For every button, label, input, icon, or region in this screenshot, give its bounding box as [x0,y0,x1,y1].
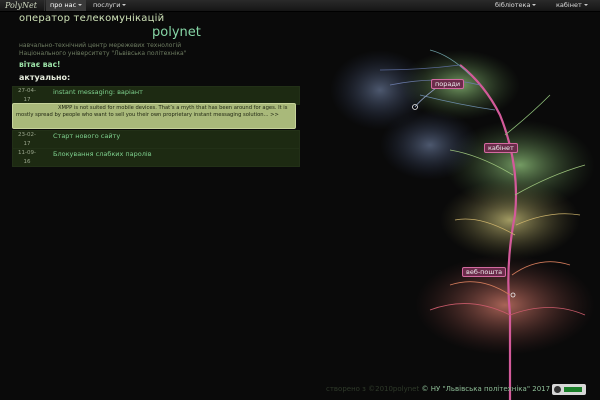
greeting: вітає вас! [19,60,61,69]
nav-library-label: бібліотека [495,1,531,9]
footer: створено з ©2010polynet © НУ "Львівська … [326,385,550,393]
license-bar [564,387,582,392]
nav-cabinet[interactable]: кабінет [552,0,592,11]
subtitle-line: навчально-технічний центр мережевих техн… [19,42,182,49]
nav-library[interactable]: бібліотека [491,0,540,11]
nav-about[interactable]: про нас [46,0,87,11]
creative-commons-icon [554,386,561,393]
news-title-link[interactable]: instant messaging: варіант [53,88,143,96]
license-badge[interactable] [552,384,586,395]
footer-copyright: © НУ "Львівська політехніка" 2017 [421,385,551,393]
tag-cabinet[interactable]: кабінет [484,143,518,153]
news-date-line: 27-04- [18,88,36,94]
chevron-down-icon [532,4,537,6]
chevron-down-icon [122,4,127,6]
tree-illustration [330,49,595,400]
news-date-line: 23-02- [18,132,36,138]
brand-logo[interactable]: PolyNet [5,0,37,11]
canopy-shape [380,110,480,180]
chevron-down-icon [583,4,588,6]
news-title-link[interactable]: Блокування слабких паролів [53,150,152,158]
tag-webmail[interactable]: веб-пошта [462,267,507,277]
chevron-down-icon [78,4,83,6]
top-navbar: PolyNet про нас послуги бібліотека кабін… [0,0,600,12]
footer-credit: створено з ©2010polynet [326,385,420,393]
news-date-line: 11-09- [18,150,36,156]
nav-about-label: про нас [50,1,77,9]
news-item[interactable]: 11-09- 16 Блокування слабких паролів [12,148,300,167]
news-heading: актуально: [19,73,71,82]
news-date-line: 16 [23,159,31,165]
nav-cabinet-label: кабінет [556,1,582,9]
news-title-link[interactable]: Старт нового сайту [53,132,120,140]
nav-services[interactable]: послуги [89,0,130,11]
tag-tips[interactable]: поради [431,79,465,89]
subtitle-line: Національного університету "Львівська по… [19,50,187,57]
nav-services-label: послуги [93,1,121,9]
news-date: 11-09- 16 [13,149,41,167]
news-date-line: 17 [23,141,31,147]
news-preview-popup[interactable]: XMPP is not suited for mobile devices. T… [12,103,296,129]
nav-divider [44,0,45,11]
news-item[interactable]: 23-02- 17 Старт нового сайту [12,130,300,149]
page-title: polynet [152,25,201,40]
news-date: 23-02- 17 [13,131,41,149]
tagline: оператор телекомунікацій [19,13,165,24]
